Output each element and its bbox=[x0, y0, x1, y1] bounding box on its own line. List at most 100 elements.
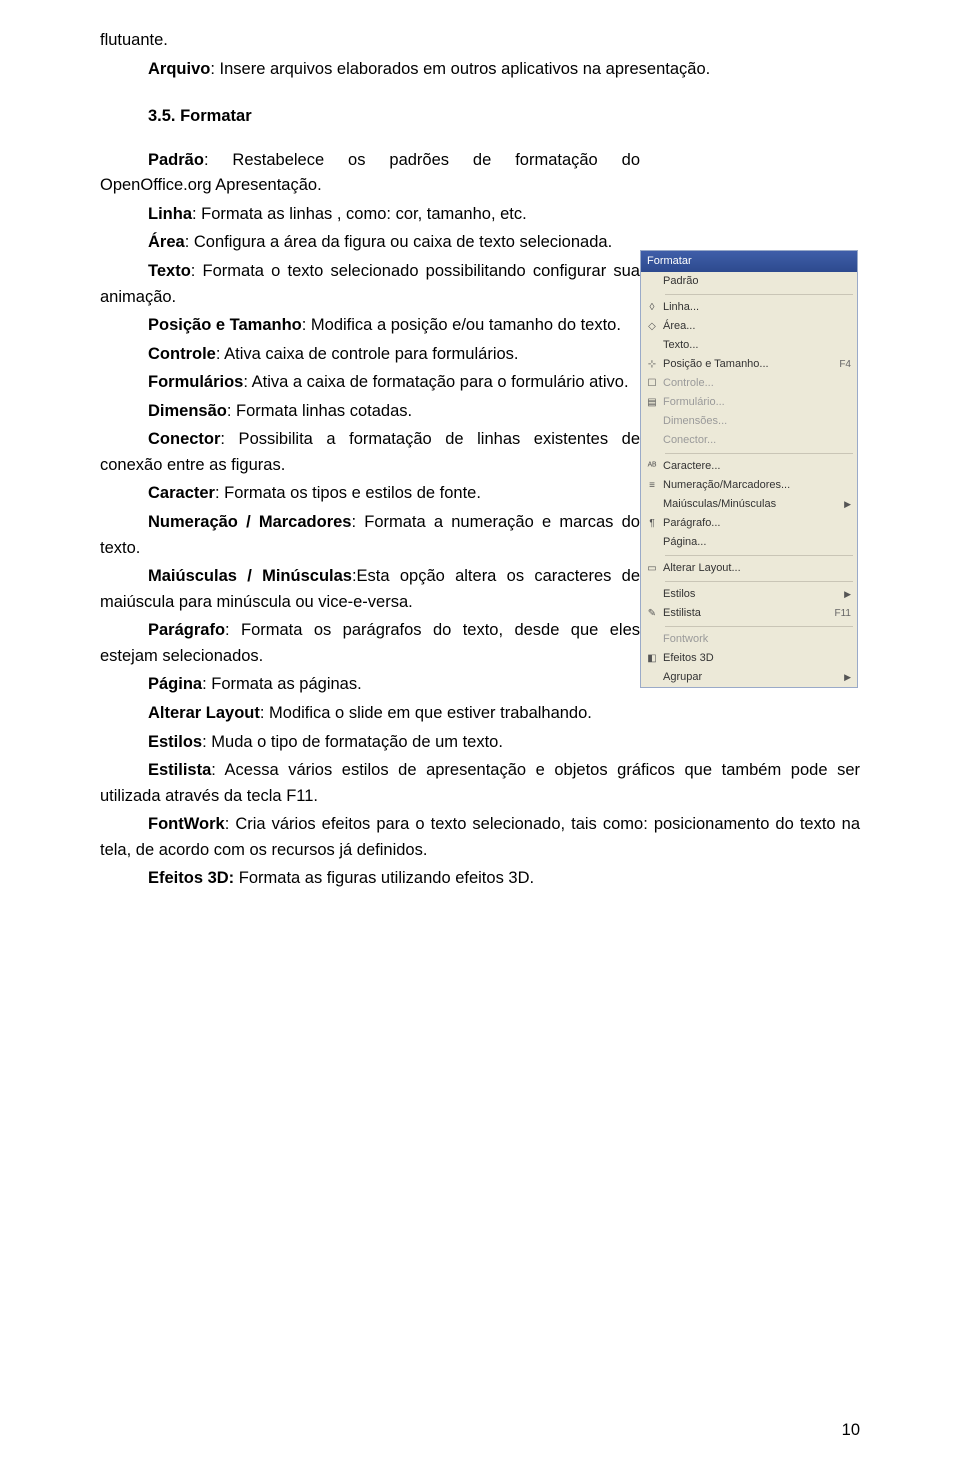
menu-item-icon bbox=[641, 669, 663, 687]
menu-item-icon bbox=[641, 534, 663, 552]
menu-separator bbox=[665, 453, 853, 454]
menu-item-icon: ☐ bbox=[641, 375, 663, 393]
text: : Muda o tipo de formatação de um texto. bbox=[202, 733, 503, 751]
menu-item-icon bbox=[641, 631, 663, 649]
menu-item[interactable]: ᴬᴮCaractere... bbox=[641, 457, 857, 476]
term-numeracao: Numeração / Marcadores bbox=[148, 513, 351, 531]
menu-item-icon: ▤ bbox=[641, 394, 663, 412]
menu-separator bbox=[665, 626, 853, 627]
heading-formatar: 3.5. Formatar bbox=[148, 104, 860, 130]
paragraph-fontwork: FontWork: Cria vários efeitos para o tex… bbox=[100, 812, 860, 863]
paragraph-controle: Controle: Ativa caixa de controle para f… bbox=[100, 342, 640, 368]
menu-item-icon: ≡ bbox=[641, 477, 663, 495]
menu-body: Padrão◊Linha...◇Área...Texto...⊹Posição … bbox=[641, 272, 857, 687]
text: : Acessa vários estilos de apresentação … bbox=[100, 761, 860, 805]
menu-separator bbox=[665, 555, 853, 556]
submenu-arrow-icon: ▶ bbox=[840, 671, 851, 685]
paragraph-conector: Conector: Possibilita a formatação de li… bbox=[100, 427, 640, 478]
menu-item-icon: ▭ bbox=[641, 560, 663, 578]
menu-item[interactable]: Padrão bbox=[641, 272, 857, 291]
menu-item[interactable]: ▭Alterar Layout... bbox=[641, 559, 857, 578]
page-number: 10 bbox=[842, 1418, 860, 1444]
menu-item[interactable]: ▤Formulário... bbox=[641, 393, 857, 412]
paragraph-numeracao: Numeração / Marcadores: Formata a numera… bbox=[100, 510, 640, 561]
menu-item[interactable]: ¶Parágrafo... bbox=[641, 514, 857, 533]
menu-item[interactable]: ◇Área... bbox=[641, 317, 857, 336]
menu-item-label: Conector... bbox=[663, 432, 851, 449]
term-texto: Texto bbox=[148, 262, 191, 280]
paragraph-posicao-tamanho: Posição e Tamanho: Modifica a posição e/… bbox=[100, 313, 640, 339]
term-alterar-layout: Alterar Layout bbox=[148, 704, 260, 722]
menu-item-label: Dimensões... bbox=[663, 413, 851, 430]
paragraph-maiusculas: Maiúsculas / Minúsculas:Esta opção alter… bbox=[100, 564, 640, 615]
term-area: Área bbox=[148, 233, 185, 251]
menu-item-icon bbox=[641, 586, 663, 604]
term-maiusculas: Maiúsculas / Minúsculas bbox=[148, 567, 352, 585]
menu-item[interactable]: Estilos▶ bbox=[641, 585, 857, 604]
menu-item-shortcut: F11 bbox=[831, 606, 852, 622]
paragraph-efeitos3d: Efeitos 3D: Formata as figuras utilizand… bbox=[100, 866, 860, 892]
menu-item-label: Parágrafo... bbox=[663, 515, 851, 532]
menu-item[interactable]: ✎EstilistaF11 bbox=[641, 604, 857, 623]
menu-item[interactable]: Conector... bbox=[641, 431, 857, 450]
paragraph-estilista: Estilista: Acessa vários estilos de apre… bbox=[100, 758, 860, 809]
menu-item[interactable]: Agrupar▶ bbox=[641, 668, 857, 687]
menu-item-label: Página... bbox=[663, 534, 851, 551]
menu-item-icon: ◧ bbox=[641, 650, 663, 668]
menu-item-shortcut: F4 bbox=[835, 357, 851, 373]
text: : Formata as páginas. bbox=[202, 675, 362, 693]
text: : Formata linhas cotadas. bbox=[227, 402, 412, 420]
menu-item-icon: ¶ bbox=[641, 515, 663, 533]
menu-item[interactable]: ◧Efeitos 3D bbox=[641, 649, 857, 668]
menu-item-icon bbox=[641, 432, 663, 450]
menu-item[interactable]: Fontwork bbox=[641, 630, 857, 649]
paragraph-texto: Texto: Formata o texto selecionado possi… bbox=[100, 259, 640, 310]
term-paragrafo: Parágrafo bbox=[148, 621, 225, 639]
text: : Modifica a posição e/ou tamanho do tex… bbox=[302, 316, 621, 334]
menu-item[interactable]: ☐Controle... bbox=[641, 374, 857, 393]
menu-item-label: Agrupar bbox=[663, 669, 840, 686]
menu-item-icon bbox=[641, 413, 663, 431]
menu-item-label: Posição e Tamanho... bbox=[663, 356, 835, 373]
paragraph-linha: Linha: Formata as linhas , como: cor, ta… bbox=[100, 202, 640, 228]
term-dimensao: Dimensão bbox=[148, 402, 227, 420]
text: : Ativa caixa de controle para formulári… bbox=[216, 345, 519, 363]
menu-item-label: Efeitos 3D bbox=[663, 650, 851, 667]
menu-item[interactable]: ◊Linha... bbox=[641, 298, 857, 317]
menu-item-label: Fontwork bbox=[663, 631, 851, 648]
paragraph-estilos: Estilos: Muda o tipo de formatação de um… bbox=[100, 730, 860, 756]
text: Formata as figuras utilizando efeitos 3D… bbox=[234, 869, 534, 887]
menu-item[interactable]: Dimensões... bbox=[641, 412, 857, 431]
term-efeitos3d: Efeitos 3D: bbox=[148, 869, 234, 887]
formatar-menu: Formatar Padrão◊Linha...◇Área...Texto...… bbox=[640, 250, 858, 688]
paragraph-caracter: Caracter: Formata os tipos e estilos de … bbox=[100, 481, 640, 507]
menu-item-label: Controle... bbox=[663, 375, 851, 392]
term-linha: Linha bbox=[148, 205, 192, 223]
term-estilos: Estilos bbox=[148, 733, 202, 751]
term-formularios: Formulários bbox=[148, 373, 243, 391]
text: : Insere arquivos elaborados em outros a… bbox=[210, 60, 710, 78]
menu-item[interactable]: Página... bbox=[641, 533, 857, 552]
menu-item-icon bbox=[641, 496, 663, 514]
term-caracter: Caracter bbox=[148, 484, 215, 502]
menu-item[interactable]: Maiúsculas/Minúsculas▶ bbox=[641, 495, 857, 514]
submenu-arrow-icon: ▶ bbox=[840, 588, 851, 602]
term-padrao: Padrão bbox=[148, 151, 204, 169]
menu-item-icon: ◇ bbox=[641, 318, 663, 336]
menu-item-label: Estilista bbox=[663, 605, 831, 622]
paragraph-arquivo: Arquivo: Insere arquivos elaborados em o… bbox=[100, 57, 860, 83]
menu-item-label: Padrão bbox=[663, 273, 851, 290]
menu-item-icon: ◊ bbox=[641, 299, 663, 317]
menu-separator bbox=[665, 581, 853, 582]
term-pagina: Página bbox=[148, 675, 202, 693]
paragraph-formularios: Formulários: Ativa a caixa de formatação… bbox=[100, 370, 640, 396]
menu-item-label: Linha... bbox=[663, 299, 851, 316]
menu-item-icon bbox=[641, 337, 663, 355]
menu-item[interactable]: ⊹Posição e Tamanho...F4 bbox=[641, 355, 857, 374]
menu-item-label: Alterar Layout... bbox=[663, 560, 851, 577]
paragraph-area: Área: Configura a área da figura ou caix… bbox=[100, 230, 640, 256]
menu-item[interactable]: ≡Numeração/Marcadores... bbox=[641, 476, 857, 495]
menu-item[interactable]: Texto... bbox=[641, 336, 857, 355]
menu-item-icon: ᴬᴮ bbox=[641, 458, 663, 476]
paragraph-padrao: Padrão: Restabelece os padrões de format… bbox=[100, 148, 640, 199]
